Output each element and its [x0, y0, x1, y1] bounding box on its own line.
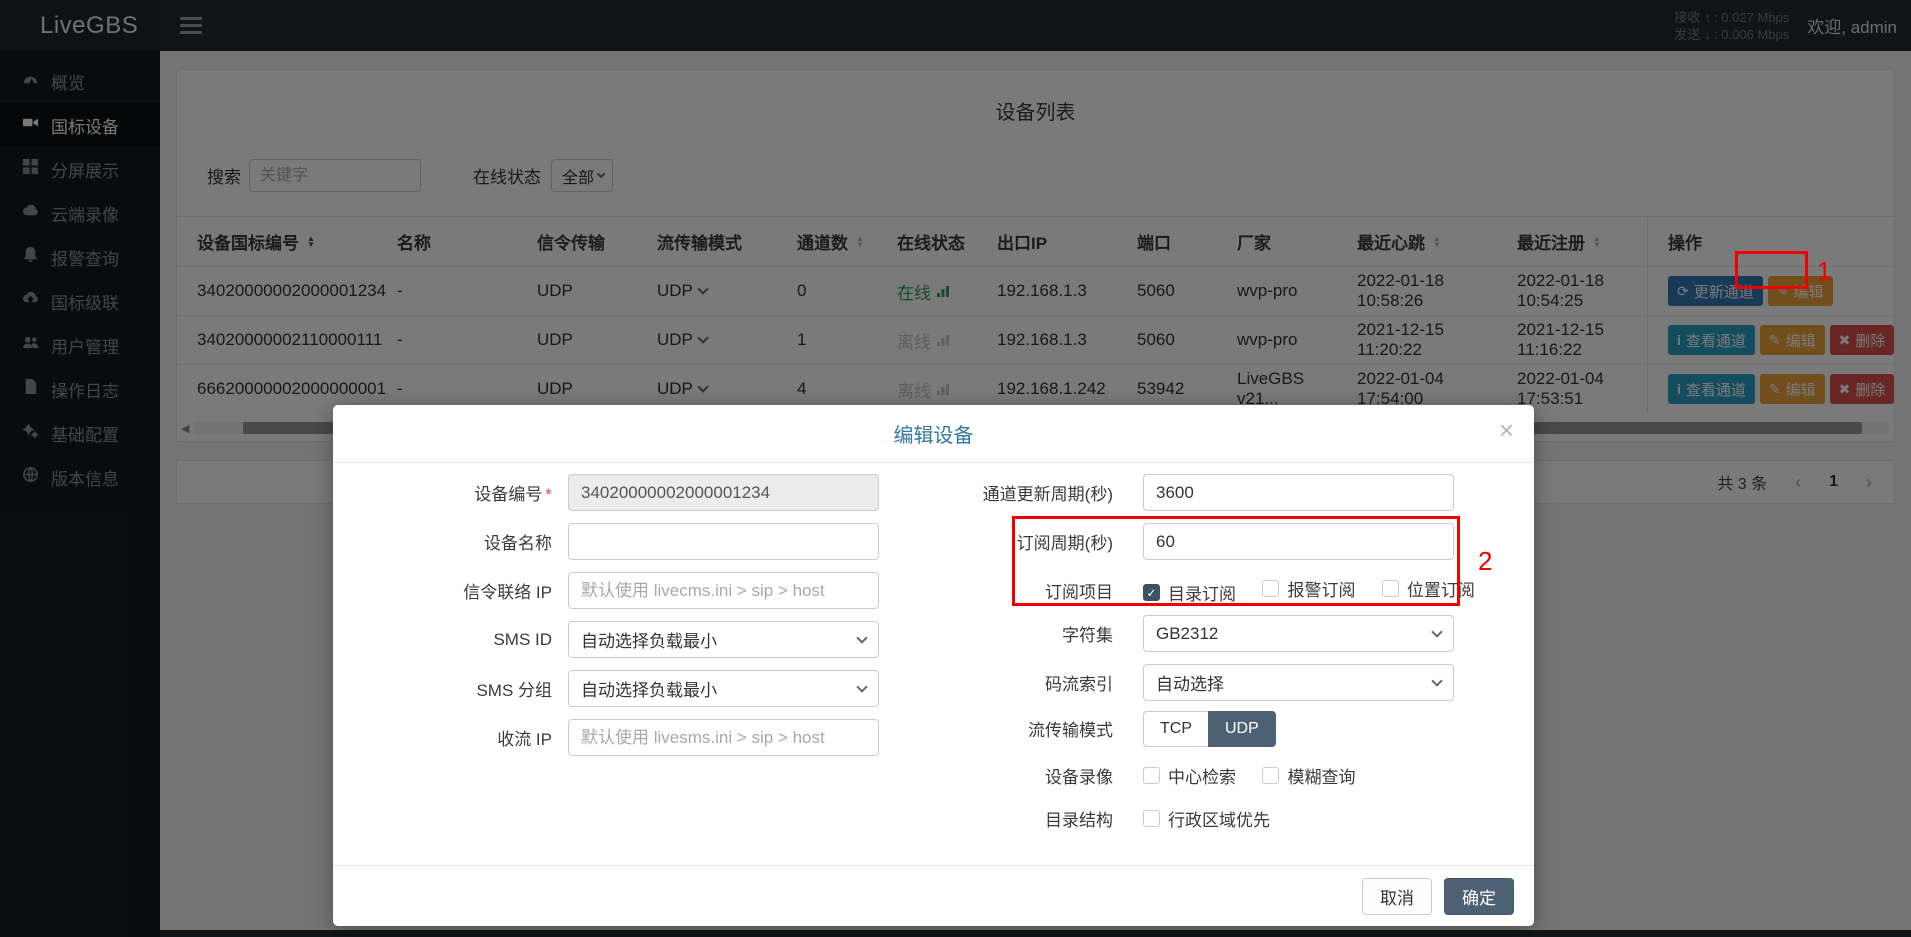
channel-refresh-input[interactable]	[1143, 474, 1454, 511]
form-column-right: 通道更新周期(秒) 订阅周期(秒) 订阅项目 目录订阅 报警订阅 位置订阅 字符…	[913, 474, 1513, 849]
chevron-down-icon	[856, 681, 867, 692]
sms-group-select[interactable]: 自动选择负载最小	[568, 670, 879, 707]
position-subscribe-option[interactable]: 位置订阅	[1382, 576, 1475, 601]
sms-id-select[interactable]: 自动选择负载最小	[568, 621, 879, 658]
fuzzy-query-option[interactable]: 模糊查询	[1262, 763, 1355, 788]
catalog-subscribe-option[interactable]: 目录订阅	[1143, 580, 1236, 605]
checkbox-icon[interactable]	[1143, 767, 1160, 784]
chevron-down-icon	[856, 632, 867, 643]
field-device-id: 设备编号*	[352, 474, 912, 511]
modal-body: 设备编号* 设备名称 信令联络 IP SMS ID 自动选择负载最小 SMS 分…	[333, 463, 1534, 865]
udp-toggle-button[interactable]: UDP	[1208, 711, 1276, 747]
modal-footer: 取消 确定	[333, 865, 1534, 926]
checkbox-checked-icon[interactable]	[1143, 584, 1160, 601]
field-channel-refresh: 通道更新周期(秒)	[913, 474, 1513, 511]
field-signal-ip: 信令联络 IP	[352, 572, 912, 609]
field-subscribe-period: 订阅周期(秒)	[913, 523, 1513, 560]
charset-select[interactable]: GB2312	[1143, 615, 1454, 652]
device-id-input	[568, 474, 879, 511]
field-device-name: 设备名称	[352, 523, 912, 560]
cancel-button[interactable]: 取消	[1362, 878, 1432, 915]
close-icon[interactable]: ×	[1499, 417, 1514, 443]
checkbox-icon[interactable]	[1143, 810, 1160, 827]
modal-header: 编辑设备 ×	[333, 405, 1534, 463]
field-sms-group: SMS 分组 自动选择负载最小	[352, 670, 912, 707]
required-asterisk: *	[545, 485, 552, 504]
alarm-subscribe-option[interactable]: 报警订阅	[1262, 576, 1355, 601]
field-device-record: 设备录像 中心检索 模糊查询	[913, 757, 1513, 794]
field-sms-id: SMS ID 自动选择负载最小	[352, 621, 912, 658]
tcp-toggle-button[interactable]: TCP	[1143, 711, 1208, 747]
checkbox-icon[interactable]	[1382, 580, 1399, 597]
modal-title: 编辑设备	[894, 419, 974, 448]
confirm-button[interactable]: 确定	[1444, 878, 1514, 915]
recv-ip-input[interactable]	[568, 719, 879, 756]
signal-ip-input[interactable]	[568, 572, 879, 609]
checkbox-icon[interactable]	[1262, 580, 1279, 597]
form-column-left: 设备编号* 设备名称 信令联络 IP SMS ID 自动选择负载最小 SMS 分…	[352, 474, 912, 768]
field-recv-ip: 收流 IP	[352, 719, 912, 756]
chevron-down-icon	[1431, 626, 1442, 637]
field-subscribe-items: 订阅项目 目录订阅 报警订阅 位置订阅	[913, 572, 1513, 609]
field-stream-mode: 流传输模式 TCP UDP	[913, 710, 1513, 747]
subscribe-period-input[interactable]	[1143, 523, 1454, 560]
field-stream-index: 码流索引 自动选择	[913, 664, 1513, 701]
checkbox-icon[interactable]	[1262, 767, 1279, 784]
device-name-input[interactable]	[568, 523, 879, 560]
chevron-down-icon	[1431, 675, 1442, 686]
field-charset: 字符集 GB2312	[913, 615, 1513, 652]
center-search-option[interactable]: 中心检索	[1143, 763, 1236, 788]
edit-device-modal: 编辑设备 × 设备编号* 设备名称 信令联络 IP SMS ID 自动选择负载最…	[333, 405, 1534, 926]
field-catalog-structure: 目录结构 行政区域优先	[913, 800, 1513, 837]
stream-index-select[interactable]: 自动选择	[1143, 664, 1454, 701]
admin-region-first-option[interactable]: 行政区域优先	[1143, 806, 1270, 831]
